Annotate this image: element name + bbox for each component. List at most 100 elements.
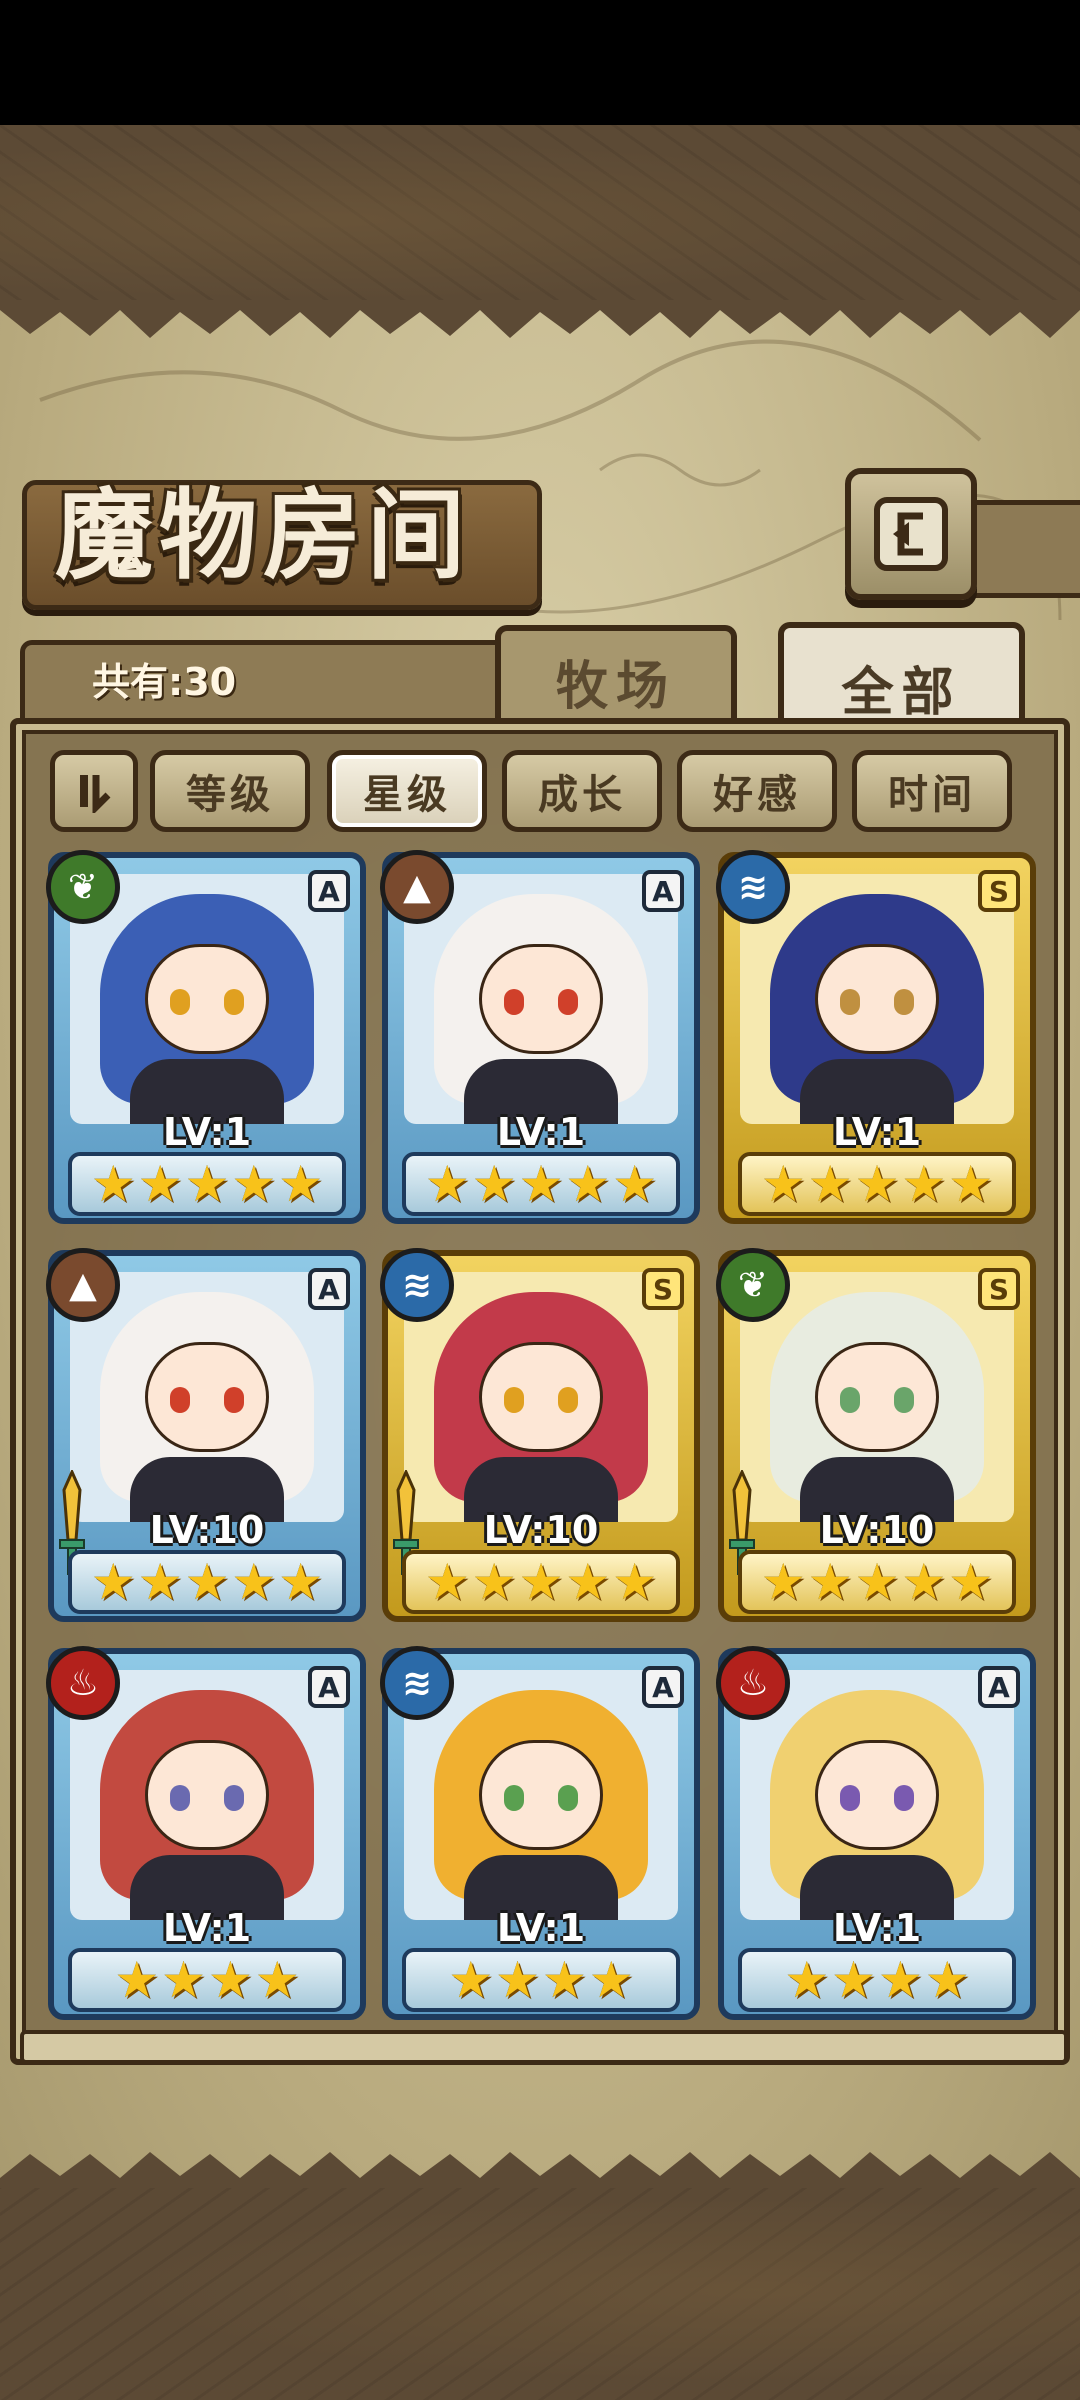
monster-card[interactable]: ▲ A LV:1 ★ ★ ★ ★ ★ [380,850,700,1224]
sort-level-button[interactable]: 等级 [150,750,310,832]
monster-card[interactable]: ▲ A LV:10 ★ ★ ★ ★ ★ [46,1248,366,1622]
star-icon: ★ [137,1155,183,1213]
star-icon: ★ [208,1951,253,2009]
star-icon: ★ [254,1951,300,2009]
monster-card[interactable]: ≋ S LV:1 ★ ★ ★ ★ ★ [716,850,1036,1224]
star-rating: ★ ★ ★ ★ [68,1948,346,2012]
sort-time-button[interactable]: 时间 [852,750,1012,832]
rarity-badge: A [978,1666,1020,1708]
sort-star-button[interactable]: 星级 [327,750,487,832]
star-icon: ★ [948,1553,994,1611]
monster-card[interactable]: ❦ A LV:1 ★ ★ ★ ★ ★ [46,850,366,1224]
monster-count: 共有:30 [92,660,237,704]
monster-level: LV:1 [162,1110,252,1154]
rarity-badge: S [978,1268,1020,1310]
back-rail [968,500,1080,598]
earth-icon: ▲ [46,1248,120,1322]
map-background-bottom [0,2180,1080,2400]
star-rating: ★ ★ ★ ★ ★ [738,1152,1016,1216]
rarity-badge: A [308,1268,350,1310]
monster-portrait [404,874,678,1124]
monster-card[interactable]: ≋ A LV:1 ★ ★ ★ ★ [380,1646,700,2020]
plant-icon: ❦ [716,1248,790,1322]
rarity-badge: S [978,870,1020,912]
star-icon: ★ [137,1553,183,1611]
panel-bottom-rail [20,2030,1068,2064]
water-icon: ≋ [380,1248,454,1322]
star-icon: ★ [807,1155,853,1213]
rarity-badge: A [308,870,350,912]
star-icon: ★ [471,1155,517,1213]
star-icon: ★ [518,1155,564,1213]
monster-portrait [70,1272,344,1522]
monster-portrait [70,874,344,1124]
monster-level: LV:1 [162,1906,252,1950]
star-rating: ★ ★ ★ ★ ★ [738,1550,1016,1614]
star-icon: ★ [948,1155,994,1213]
monster-portrait [70,1670,344,1920]
star-rating: ★ ★ ★ ★ ★ [402,1152,680,1216]
star-icon: ★ [924,1951,970,2009]
monster-level: LV:1 [496,1110,586,1154]
star-icon: ★ [612,1155,658,1213]
star-icon: ★ [495,1951,540,2009]
monster-portrait [404,1272,678,1522]
star-rating: ★ ★ ★ ★ ★ [402,1550,680,1614]
star-rating: ★ ★ ★ ★ ★ [68,1152,346,1216]
monster-portrait [740,874,1014,1124]
status-bar [0,0,1080,125]
star-icon: ★ [184,1155,230,1213]
star-icon: ★ [588,1951,634,2009]
tab-ranch[interactable]: 牧场 [495,625,737,731]
monster-card[interactable]: ♨ A LV:1 ★ ★ ★ ★ [46,1646,366,2020]
monster-portrait [740,1272,1014,1522]
sort-growth-button[interactable]: 成长 [502,750,662,832]
monster-card[interactable]: ♨ A LV:1 ★ ★ ★ ★ [716,1646,1036,2020]
star-icon: ★ [184,1553,230,1611]
star-icon: ★ [231,1553,277,1611]
fire-icon: ♨ [46,1646,120,1720]
rarity-badge: A [308,1666,350,1708]
monster-level: LV:1 [832,1906,922,1950]
monster-portrait [404,1670,678,1920]
star-icon: ★ [424,1553,470,1611]
star-icon: ★ [471,1553,517,1611]
monster-level: LV:1 [832,1110,922,1154]
star-icon: ★ [565,1553,611,1611]
page-title: 魔物房间 [55,478,472,593]
star-icon: ★ [448,1951,494,2009]
star-icon: ★ [114,1951,160,2009]
sort-order-toggle[interactable] [50,750,138,832]
star-icon: ★ [854,1553,900,1611]
star-icon: ★ [784,1951,830,2009]
star-icon: ★ [90,1155,136,1213]
star-icon: ★ [424,1155,470,1213]
monster-level: LV:10 [149,1508,265,1552]
water-icon: ≋ [380,1646,454,1720]
star-icon: ★ [612,1553,658,1611]
star-icon: ★ [878,1951,923,2009]
earth-icon: ▲ [380,850,454,924]
monster-portrait [740,1670,1014,1920]
monster-card[interactable]: ❦ S LV:10 ★ ★ ★ ★ ★ [716,1248,1036,1622]
star-icon: ★ [90,1553,136,1611]
sort-order-icon [80,775,111,813]
star-icon: ★ [278,1553,324,1611]
star-rating: ★ ★ ★ ★ [738,1948,1016,2012]
star-icon: ★ [278,1155,324,1213]
star-rating: ★ ★ ★ ★ ★ [68,1550,346,1614]
star-icon: ★ [565,1155,611,1213]
star-icon: ★ [518,1553,564,1611]
star-rating: ★ ★ ★ ★ [402,1948,680,2012]
star-icon: ★ [901,1553,947,1611]
star-icon: ★ [807,1553,853,1611]
star-icon: ★ [161,1951,206,2009]
rarity-badge: S [642,1268,684,1310]
sort-affection-button[interactable]: 好感 [677,750,837,832]
map-background-top [0,125,1080,315]
star-icon: ★ [760,1553,806,1611]
rarity-badge: A [642,1666,684,1708]
back-button[interactable] [845,468,977,600]
star-icon: ★ [901,1155,947,1213]
monster-card[interactable]: ≋ S LV:10 ★ ★ ★ ★ ★ [380,1248,700,1622]
